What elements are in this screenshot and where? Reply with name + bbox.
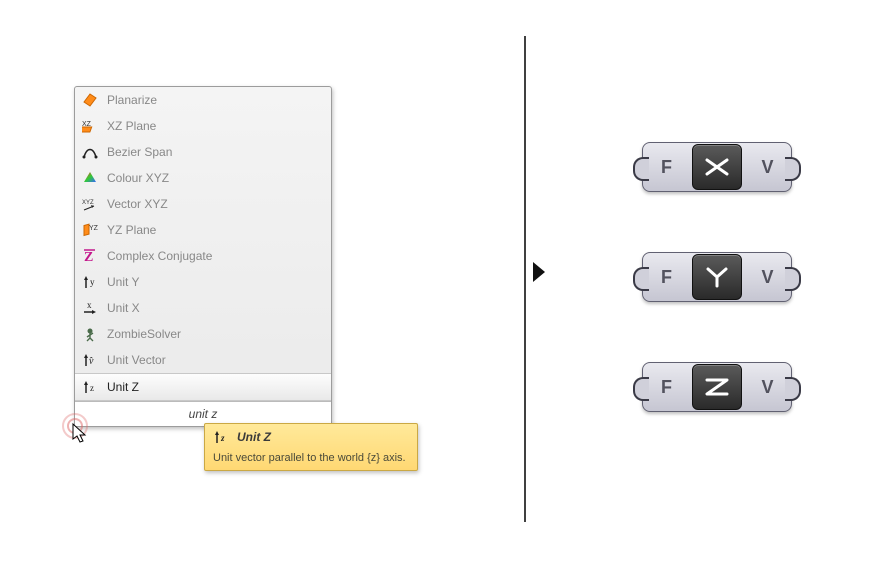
- vertical-divider: [524, 36, 526, 522]
- tooltip-description: Unit vector parallel to the world {z} ax…: [205, 450, 417, 464]
- unit-y-icon: y: [81, 273, 99, 291]
- search-result-label: Unit Z: [107, 380, 139, 394]
- unit-x-component[interactable]: F V: [642, 142, 792, 192]
- input-port-label[interactable]: F: [643, 268, 690, 286]
- search-result-bezier-span[interactable]: Bezier Span: [75, 139, 331, 165]
- search-result-label: Planarize: [107, 93, 157, 107]
- search-result-zombiesolver[interactable]: ZombieSolver: [75, 321, 331, 347]
- svg-text:z: z: [220, 433, 225, 443]
- complex-conjugate-icon: Z: [81, 247, 99, 265]
- input-port-label[interactable]: F: [643, 158, 690, 176]
- search-result-label: Unit Y: [107, 275, 139, 289]
- search-result-yz-plane[interactable]: YZ YZ Plane: [75, 217, 331, 243]
- tooltip-title: Unit Z: [237, 430, 271, 444]
- search-result-label: Complex Conjugate: [107, 249, 212, 263]
- unit-z-core-icon: [704, 377, 730, 397]
- xz-plane-icon: XZ: [81, 117, 99, 135]
- search-result-xz-plane[interactable]: XZ XZ Plane: [75, 113, 331, 139]
- unit-y-core-icon: [704, 266, 730, 288]
- component-core[interactable]: [692, 254, 742, 300]
- search-result-colour-xyz[interactable]: Colour XYZ: [75, 165, 331, 191]
- search-result-unit-y[interactable]: y Unit Y: [75, 269, 331, 295]
- search-result-label: XZ Plane: [107, 119, 156, 133]
- svg-text:x: x: [87, 300, 92, 310]
- svg-text:v̂: v̂: [89, 356, 94, 367]
- unit-z-icon: z: [213, 429, 229, 445]
- input-grip[interactable]: [633, 377, 649, 401]
- svg-text:YZ: YZ: [89, 225, 98, 232]
- input-grip[interactable]: [633, 157, 649, 181]
- unit-x-core-icon: [704, 157, 730, 177]
- unit-z-icon: z: [81, 378, 99, 396]
- output-port-label[interactable]: V: [744, 268, 791, 286]
- search-result-label: Colour XYZ: [107, 171, 169, 185]
- search-result-label: ZombieSolver: [107, 327, 181, 341]
- grasshopper-canvas[interactable]: Planarize XZ XZ Plane Bezier Span Colour…: [0, 0, 895, 564]
- search-result-label: YZ Plane: [107, 223, 156, 237]
- component-core[interactable]: [692, 364, 742, 410]
- search-result-unit-vector[interactable]: v̂ Unit Vector: [75, 347, 331, 373]
- unit-z-component[interactable]: F V: [642, 362, 792, 412]
- arrow-right-icon: [531, 260, 547, 284]
- svg-text:z: z: [90, 383, 94, 393]
- unit-y-component[interactable]: F V: [642, 252, 792, 302]
- cursor-icon: [72, 423, 90, 445]
- search-result-label: Vector XYZ: [107, 197, 168, 211]
- svg-text:Z: Z: [84, 250, 93, 264]
- search-result-label: Unit X: [107, 301, 140, 315]
- search-result-planarize[interactable]: Planarize: [75, 87, 331, 113]
- search-result-label: Unit Vector: [107, 353, 166, 367]
- unit-vector-icon: v̂: [81, 351, 99, 369]
- colour-xyz-icon: [81, 169, 99, 187]
- bezier-span-icon: [81, 143, 99, 161]
- component-search-popup: Planarize XZ XZ Plane Bezier Span Colour…: [74, 86, 332, 427]
- svg-text:y: y: [90, 277, 95, 287]
- component-tooltip: z Unit Z Unit vector parallel to the wor…: [204, 423, 418, 471]
- output-port-label[interactable]: V: [744, 378, 791, 396]
- yz-plane-icon: YZ: [81, 221, 99, 239]
- output-grip[interactable]: [785, 267, 801, 291]
- output-grip[interactable]: [785, 157, 801, 181]
- output-port-label[interactable]: V: [744, 158, 791, 176]
- search-input-value: unit z: [189, 407, 218, 421]
- search-result-label: Bezier Span: [107, 145, 172, 159]
- input-grip[interactable]: [633, 267, 649, 291]
- search-result-unit-x[interactable]: x Unit X: [75, 295, 331, 321]
- svg-text:XYZ: XYZ: [82, 200, 94, 206]
- unit-x-icon: x: [81, 299, 99, 317]
- planarize-icon: [81, 91, 99, 109]
- input-port-label[interactable]: F: [643, 378, 690, 396]
- search-result-vector-xyz[interactable]: XYZ Vector XYZ: [75, 191, 331, 217]
- search-result-complex-conjugate[interactable]: Z Complex Conjugate: [75, 243, 331, 269]
- vector-xyz-icon: XYZ: [81, 195, 99, 213]
- search-result-unit-z[interactable]: z Unit Z: [75, 373, 331, 401]
- output-grip[interactable]: [785, 377, 801, 401]
- zombie-icon: [81, 325, 99, 343]
- component-core[interactable]: [692, 144, 742, 190]
